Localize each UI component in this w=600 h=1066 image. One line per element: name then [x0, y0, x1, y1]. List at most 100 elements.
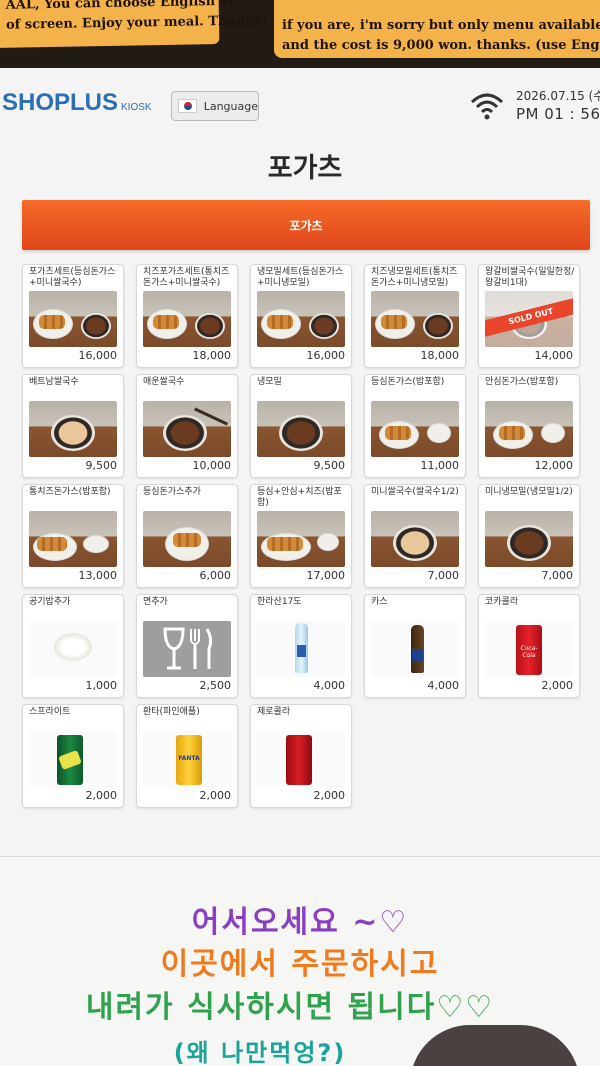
paper-note-right: if you are, i'm sorry but only menu avai… [274, 0, 600, 58]
menu-item-card[interactable]: 매운쌀국수 10,000 [136, 374, 238, 478]
menu-item-price: 18,000 [420, 349, 460, 362]
menu-item-price: 9,500 [313, 459, 346, 472]
menu-item-name: 냉모밀 [257, 377, 282, 387]
menu-item-image [371, 291, 459, 347]
menu-item-card[interactable]: 등심돈가스추가 6,000 [136, 484, 238, 588]
menu-item-image [29, 731, 117, 787]
menu-item-image [371, 511, 459, 567]
shoplus-logo: SHOPLUS KIOSK [2, 90, 152, 116]
menu-item-price: 17,000 [306, 569, 346, 582]
menu-item-card[interactable]: 등심돈가스(밥포함) 11,000 [364, 374, 466, 478]
mascot-figure [410, 1025, 580, 1066]
category-tab-pogachu[interactable]: 포가츠 [22, 200, 590, 250]
menu-item-name: 스프라이트 [29, 707, 71, 717]
menu-item-card[interactable]: 카스 4,000 [364, 594, 466, 698]
menu-item-card[interactable]: 냉모밀세트(등심돈가스+미니냉모밀) 16,000 [250, 264, 352, 368]
menu-item-image [143, 621, 231, 677]
menu-item-price: 9,500 [85, 459, 118, 472]
menu-item-name: 통치즈돈가스(밥포함) [29, 487, 111, 497]
wifi-icon [470, 93, 504, 120]
note-left-line-2: of screen. Enjoy your meal. Thanks! [5, 13, 268, 33]
menu-item-image [29, 401, 117, 457]
menu-item-price: 4,000 [313, 679, 346, 692]
menu-item-image [257, 401, 345, 457]
menu-item-name: 코카콜라 [485, 597, 519, 607]
menu-item-name: 포가츠세트(등심돈가스+미니쌀국수) [29, 267, 116, 288]
menu-item-name: 냉모밀세트(등심돈가스+미니냉모밀) [257, 267, 344, 288]
menu-item-name: 미니냉모밀(냉모밀1/2) [485, 487, 573, 497]
menu-item-image [257, 291, 345, 347]
menu-item-card[interactable]: 환타(파인애플) 2,000 [136, 704, 238, 808]
date-text: 2026.07.15 (수 [516, 89, 600, 103]
logo-sub-text: KIOSK [121, 102, 152, 113]
header: SHOPLUS KIOSK Language 2026.07.15 (수 PM … [0, 68, 600, 138]
menu-item-name: 카스 [371, 597, 388, 607]
menu-item-name: 등심돈가스(밥포함) [371, 377, 445, 387]
menu-item-image [485, 511, 573, 567]
menu-item-price: 16,000 [306, 349, 346, 362]
menu-item-price: 7,000 [427, 569, 460, 582]
menu-item-card[interactable]: 안심돈가스(밥포함) 12,000 [478, 374, 580, 478]
menu-item-name: 환타(파인애플) [143, 707, 200, 717]
page-title: 포가츠 [267, 153, 343, 184]
menu-item-card[interactable]: 포가츠세트(등심돈가스+미니쌀국수) 16,000 [22, 264, 124, 368]
menu-item-name: 베트남쌀국수 [29, 377, 79, 387]
menu-item-image [143, 401, 231, 457]
menu-item-price: 16,000 [78, 349, 118, 362]
menu-item-name: 한라산17도 [257, 597, 302, 607]
menu-item-image [371, 621, 459, 677]
menu-item-card[interactable]: 공기밥추가 1,000 [22, 594, 124, 698]
korea-flag-icon [178, 99, 197, 113]
menu-item-price: 13,000 [78, 569, 118, 582]
menu-item-price: 11,000 [420, 459, 460, 472]
menu-item-card[interactable]: 베트남쌀국수 9,500 [22, 374, 124, 478]
fork-knife-glass-icon [163, 627, 213, 670]
menu-item-price: 1,000 [85, 679, 118, 692]
menu-item-price: 2,000 [541, 679, 574, 692]
menu-item-price: 2,000 [199, 789, 232, 802]
category-label: 포가츠 [289, 218, 323, 233]
menu-item-image [257, 621, 345, 677]
menu-item-image [29, 511, 117, 567]
menu-item-card[interactable]: 한라산17도 4,000 [250, 594, 352, 698]
datetime: 2026.07.15 (수 PM 01 : 56 : 2 [516, 88, 600, 124]
menu-item-card[interactable]: 코카콜라 2,000 [478, 594, 580, 698]
menu-item-card[interactable]: 치즈냉모밀세트(통치즈돈가스+미니냉모밀) 18,000 [364, 264, 466, 368]
menu-item-name: 제로콜라 [257, 707, 291, 717]
menu-item-card[interactable]: 미니쌀국수(쌀국수1/2) 7,000 [364, 484, 466, 588]
menu-item-image [485, 401, 573, 457]
menu-item-image [143, 731, 231, 787]
menu-item-name: 공기밥추가 [29, 597, 71, 607]
menu-item-card[interactable]: 등심+안심+치즈(밥포함) 17,000 [250, 484, 352, 588]
menu-item-card[interactable]: 치즈포가츠세트(통치즈돈가스+미니쌀국수) 18,000 [136, 264, 238, 368]
time-text: PM 01 : 56 : 2 [516, 105, 600, 123]
menu-item-image [29, 291, 117, 347]
menu-item-image [29, 621, 117, 677]
menu-item-price: 2,000 [85, 789, 118, 802]
menu-item-card-sold-out[interactable]: 왕갈비쌀국수(일일한정/왕갈비1대) SOLD OUT 14,000 [478, 264, 580, 368]
kiosk-screen: SHOPLUS KIOSK Language 2026.07.15 (수 PM … [0, 68, 600, 856]
menu-item-card[interactable]: 냉모밀 9,500 [250, 374, 352, 478]
menu-item-card[interactable]: 스프라이트 2,000 [22, 704, 124, 808]
menu-item-price: 10,000 [192, 459, 232, 472]
note-right-line-1: if you are, i'm sorry but only menu avai… [282, 18, 600, 33]
menu-item-name: 미니쌀국수(쌀국수1/2) [371, 487, 459, 497]
language-button[interactable]: Language [171, 91, 259, 121]
menu-item-image [143, 291, 231, 347]
top-physical-area: AAL, You can choose English at of screen… [0, 0, 600, 68]
menu-item-price: 18,000 [192, 349, 232, 362]
bottom-sticker-area: 어서오세요 ~♡ 이곳에서 주문하시고 내려가 식사하시면 됩니다♡♡ (왜 나… [0, 856, 600, 1066]
menu-item-image [257, 511, 345, 567]
menu-item-card[interactable]: 면추가 2,500 [136, 594, 238, 698]
menu-item-card[interactable]: 통치즈돈가스(밥포함) 13,000 [22, 484, 124, 588]
welcome-line-1: 어서오세요 ~♡ [191, 905, 409, 940]
menu-item-price: 14,000 [534, 349, 574, 362]
welcome-line-3: 내려가 식사하시면 됩니다♡♡ [85, 990, 495, 1025]
menu-item-price: 12,000 [534, 459, 574, 472]
menu-item-price: 2,000 [313, 789, 346, 802]
menu-item-price: 2,500 [199, 679, 232, 692]
menu-item-name: 왕갈비쌀국수(일일한정/왕갈비1대) [485, 267, 575, 288]
menu-item-card[interactable]: 미니냉모밀(냉모밀1/2) 7,000 [478, 484, 580, 588]
language-label: Language [203, 99, 258, 113]
menu-item-card[interactable]: 제로콜라 2,000 [250, 704, 352, 808]
